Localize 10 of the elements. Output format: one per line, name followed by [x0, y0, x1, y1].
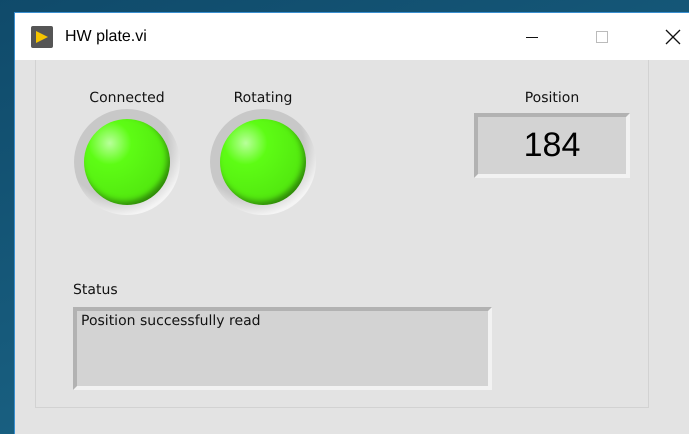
- app-icon: [31, 26, 53, 48]
- indicator-label: Connected: [89, 90, 165, 107]
- status-display: Position successfully read: [73, 307, 492, 390]
- maximize-icon[interactable]: [595, 30, 609, 44]
- indicator-label: Rotating: [234, 90, 292, 107]
- window-title: HW plate.vi: [65, 28, 147, 46]
- position-display: 184: [474, 113, 630, 178]
- position-label: Position: [524, 90, 580, 107]
- close-icon[interactable]: [665, 28, 681, 44]
- status-label: Status: [73, 282, 118, 299]
